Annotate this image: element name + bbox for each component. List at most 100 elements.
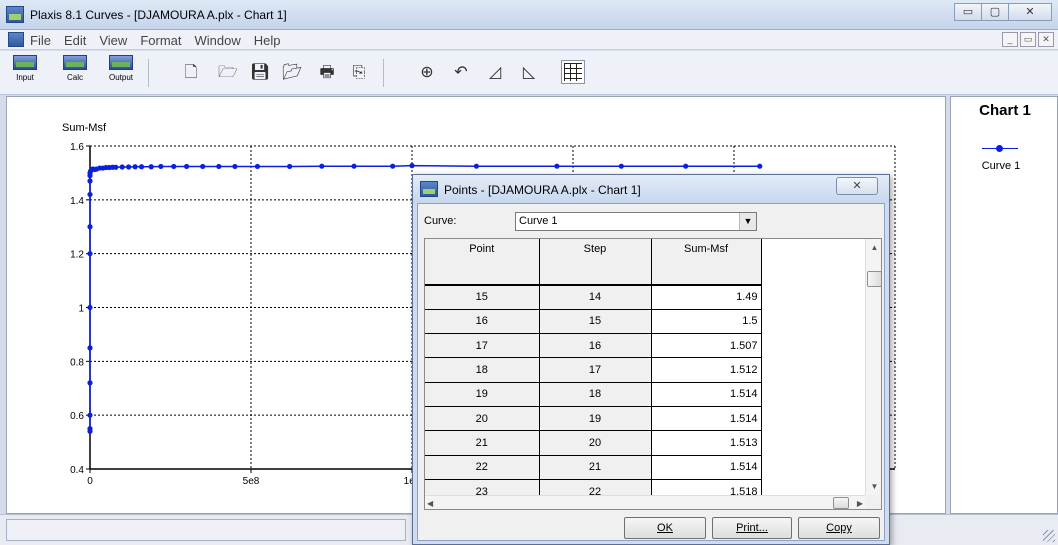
menu-format[interactable]: Format [140,33,181,48]
cell-sum-msf[interactable]: 1.514 [651,455,762,480]
column-header-step[interactable]: Step [539,239,652,286]
output-program-button[interactable]: Output [104,55,138,91]
cell-point[interactable]: 17 [425,333,540,359]
horizontal-scroll-thumb[interactable] [833,497,849,509]
cell-sum-msf[interactable]: 1.514 [651,382,762,407]
table-row[interactable]: 22 21 1.514 [425,455,762,480]
column-header-sum-msf[interactable]: Sum-Msf [651,239,762,286]
close-button[interactable]: ✕ [1008,3,1052,21]
cell-step[interactable]: 20 [539,430,652,456]
menu-view[interactable]: View [99,33,127,48]
print-icon[interactable]: 🖶 [318,64,336,82]
table-row[interactable]: 21 20 1.513 [425,430,762,456]
window-controls: ▭ ▢ ✕ [954,3,1052,21]
menu-edit[interactable]: Edit [64,33,86,48]
copy-button[interactable]: Copy [798,517,880,539]
y-tick-label: 1.2 [70,250,84,261]
curve-point [473,163,479,169]
horizontal-scrollbar[interactable]: ◀ ▶ [425,495,865,509]
menu-window[interactable]: Window [194,33,240,48]
cell-step[interactable]: 17 [539,357,652,383]
calc-program-icon [63,55,87,70]
curve-select[interactable]: Curve 1 ▼ [515,212,757,231]
scroll-right-icon[interactable]: ▶ [857,496,863,509]
ok-button-label: OK [657,522,673,534]
column-header-point[interactable]: Point [425,239,540,286]
table-row[interactable]: 17 16 1.507 [425,333,762,359]
chevron-down-icon[interactable]: ▼ [739,213,756,230]
curve-point [757,163,763,169]
curve-label: Curve: [424,215,457,227]
curve-point [232,163,238,170]
table-row[interactable]: 15 14 1.49 [425,285,762,310]
curve-point [351,163,357,169]
table-row[interactable]: 16 15 1.5 [425,309,762,335]
curve-point [87,412,93,418]
zoom-in-icon[interactable]: ⊕ [418,64,436,82]
cell-point[interactable]: 21 [425,430,540,456]
cell-point[interactable]: 18 [425,357,540,383]
legend-panel[interactable]: Chart 1 Curve 1 [950,96,1058,514]
cell-point[interactable]: 16 [425,309,540,335]
export-icon[interactable]: 📂︎ [282,64,302,82]
table-icon[interactable] [561,60,585,84]
scroll-down-icon[interactable]: ▼ [866,478,881,495]
minimize-button[interactable]: ▭ [954,3,982,21]
cell-step[interactable]: 21 [539,455,652,480]
cell-sum-msf[interactable]: 1.512 [651,357,762,383]
window-title-bar[interactable]: Plaxis 8.1 Curves - [DJAMOURA A.plx - Ch… [0,0,1058,30]
scroll-left-icon[interactable]: ◀ [427,496,433,509]
table-row[interactable]: 20 19 1.514 [425,406,762,432]
scroll-up-icon[interactable]: ▲ [866,239,881,256]
new-icon[interactable]: 🗋 [182,64,200,82]
open-icon[interactable]: 🗁 [218,64,238,82]
curve-point [254,163,261,170]
table-row[interactable]: 19 18 1.514 [425,382,762,407]
curve-point [113,164,119,170]
points-table[interactable]: Point Step Sum-Msf 15 14 1.49 16 15 1.5 17 16… [424,238,882,510]
resize-grip-icon[interactable] [1043,530,1055,542]
print-button[interactable]: Print... [712,517,792,539]
dialog-title-bar[interactable]: Points - [DJAMOURA A.plx - Chart 1] ✕ [413,175,889,203]
document-close-button[interactable]: ✕ [1038,32,1054,47]
cell-point[interactable]: 20 [425,406,540,432]
ok-button[interactable]: OK [624,517,706,539]
cell-step[interactable]: 19 [539,406,652,432]
input-program-button[interactable]: Input [8,55,42,91]
vertical-scroll-thumb[interactable] [867,271,881,287]
document-system-menu-icon[interactable] [8,32,24,47]
document-minimize-button[interactable]: _ [1002,32,1018,47]
cell-sum-msf[interactable]: 1.514 [651,406,762,432]
dialog-title: Points - [DJAMOURA A.plx - Chart 1] [444,183,641,197]
curve-point [683,163,689,169]
cell-step[interactable]: 15 [539,309,652,335]
input-program-label: Input [16,73,34,82]
document-restore-button[interactable]: ▭ [1020,32,1036,47]
cell-sum-msf[interactable]: 1.507 [651,333,762,359]
maximize-button[interactable]: ▢ [981,3,1009,21]
cell-sum-msf[interactable]: 1.49 [651,285,762,310]
curve-settings-icon[interactable]: ◺ [520,64,538,82]
cell-step[interactable]: 18 [539,382,652,407]
y-tick-label: 1.6 [70,142,84,153]
curve-point [126,164,132,170]
menu-help[interactable]: Help [254,33,281,48]
save-icon[interactable]: 💾︎ [250,64,270,82]
chart-settings-icon[interactable]: ◿ [486,64,504,82]
undo-zoom-icon[interactable]: ↶ [452,64,470,82]
copy-icon[interactable]: ⎘ [350,64,368,82]
table-row[interactable]: 18 17 1.512 [425,357,762,383]
cell-step[interactable]: 16 [539,333,652,359]
cell-step[interactable]: 14 [539,285,652,310]
cell-sum-msf[interactable]: 1.5 [651,309,762,335]
vertical-scrollbar[interactable]: ▲ ▼ [865,239,881,495]
dialog-close-button[interactable]: ✕ [836,177,878,195]
cell-sum-msf[interactable]: 1.513 [651,430,762,456]
calc-program-button[interactable]: Calc [58,55,92,91]
menu-file[interactable]: File [30,33,51,48]
cell-point[interactable]: 22 [425,455,540,480]
dialog-body: Curve: Curve 1 ▼ Point Step Sum-Msf 15 14… [417,203,885,541]
output-program-icon [109,55,133,70]
cell-point[interactable]: 15 [425,285,540,310]
cell-point[interactable]: 19 [425,382,540,407]
